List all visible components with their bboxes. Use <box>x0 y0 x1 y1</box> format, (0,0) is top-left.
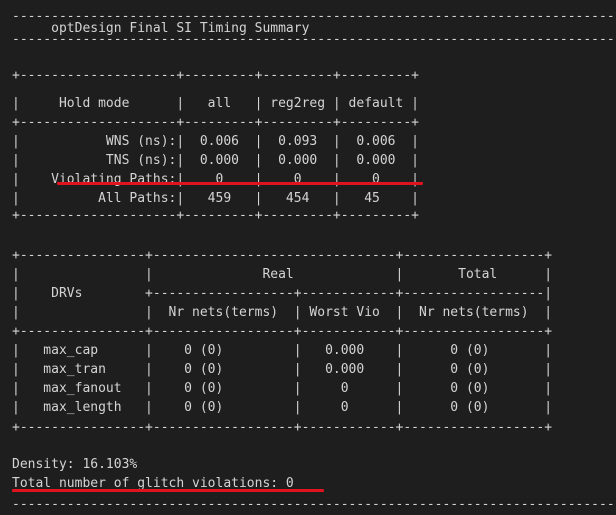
hold-table-row-tns: | TNS (ns):| 0.000 | 0.000 | 0.000 | <box>12 153 419 168</box>
drv-table-border: +----------------+------------------+---… <box>12 324 553 339</box>
drv-table-border: +----------------+------------------+---… <box>12 420 553 435</box>
drv-table-row-max-cap: | max_cap | 0 (0) | 0.000 | 0 (0) | <box>12 343 553 358</box>
hold-table-row-violating-paths: | Violating Paths:| 0 | 0 | 0 | <box>12 172 419 187</box>
hold-table-border: +--------------------+---------+--------… <box>12 115 419 130</box>
violating-paths-underline <box>57 182 423 185</box>
drv-table-row-max-fanout: | max_fanout | 0 (0) | 0 | 0 (0) | <box>12 381 553 396</box>
hold-table-header-row: | Hold mode | all | reg2reg | default | <box>12 96 419 111</box>
drv-table-header-row-1: | | Real | Total | <box>12 267 553 282</box>
hold-table-row-wns: | WNS (ns):| 0.006 | 0.093 | 0.006 | <box>12 134 419 149</box>
drv-table-row-max-tran: | max_tran | 0 (0) | 0.000 | 0 (0) | <box>12 362 553 377</box>
density-line: Density: 16.103% <box>12 457 138 472</box>
hold-table-border: +--------------------+---------+--------… <box>12 68 419 83</box>
drv-table-header-row-3: | | Nr nets(terms) | Worst Vio | Nr nets… <box>12 305 553 320</box>
drv-table-border: +----------------+----------------------… <box>12 248 553 263</box>
separator-line: ----------------------------------------… <box>12 497 616 512</box>
drv-table-header-row-2: | DRVs +------------------+------------+… <box>12 286 553 301</box>
hold-table-border: +--------------------+---------+--------… <box>12 208 419 223</box>
terminal-output: ----------------------------------------… <box>0 0 616 515</box>
separator-line: ----------------------------------------… <box>12 32 616 47</box>
glitch-violations-underline <box>12 489 324 492</box>
drv-table-row-max-length: | max_length | 0 (0) | 0 | 0 (0) | <box>12 400 553 415</box>
